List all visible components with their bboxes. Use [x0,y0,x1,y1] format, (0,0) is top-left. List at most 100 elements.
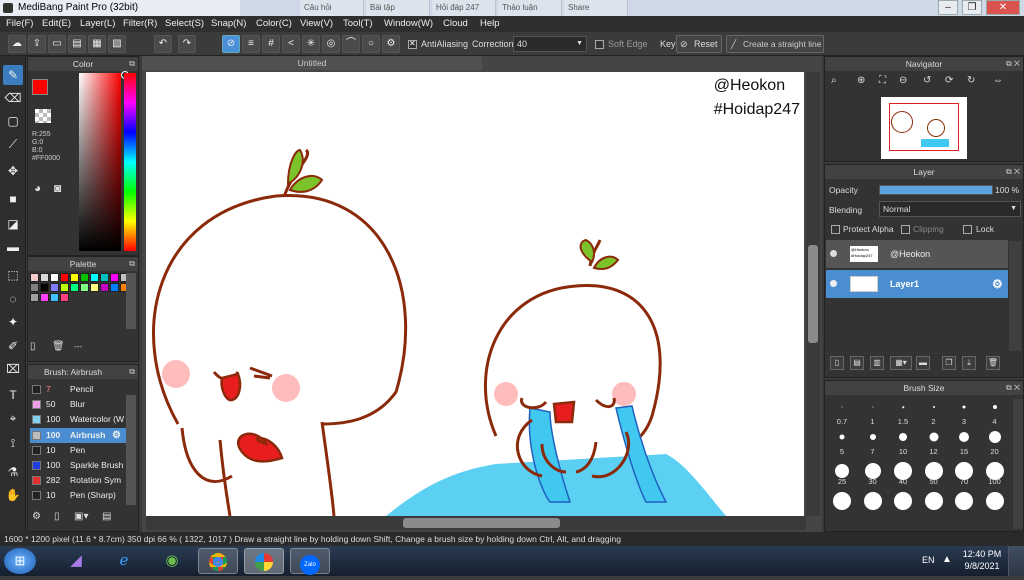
document-icon[interactable]: ▦ [88,35,106,53]
palette-swatch[interactable] [30,283,39,292]
brush-size-cell[interactable]: 3 [949,397,979,427]
palette-swatch[interactable] [60,283,69,292]
color-wheel-icon[interactable]: ◕ [34,181,41,195]
chrome-taskbar-button[interactable] [198,548,238,574]
panel-menu-icon[interactable]: ⧉ ✕ [1006,57,1020,71]
palette-swatch[interactable] [60,273,69,282]
palette-swatch[interactable] [30,293,39,302]
palette-swatch[interactable] [70,283,79,292]
folder-icon[interactable]: ▬ [916,356,930,370]
palette-swatch[interactable] [50,273,59,282]
select-tool-icon[interactable]: ⬚ [3,265,23,285]
palette-swatch[interactable] [80,283,89,292]
panel-menu-icon[interactable]: ⧉ ✕ [1006,381,1020,395]
duplicate-layer-icon[interactable]: ❐ [942,356,956,370]
snap-settings-icon[interactable]: ⚙ [382,35,400,53]
grid-snap-icon[interactable]: # [262,35,280,53]
straight-line-button[interactable]: ╱ Create a straight line [726,35,824,53]
color-settings-icon[interactable]: ◙ [54,181,61,195]
concentric-snap-icon[interactable]: ◎ [322,35,340,53]
saturation-value-picker[interactable] [79,73,121,251]
palette-swatch[interactable] [90,273,99,282]
lasso-tool-icon[interactable]: ◌ [3,289,23,309]
brush-size-cell[interactable]: 0.7 [827,397,857,427]
layer-row-layer1[interactable]: Layer1 ⚙ [826,270,1008,298]
palette-swatch[interactable] [90,283,99,292]
palette-swatch[interactable] [50,293,59,302]
rotate-left-icon[interactable]: ↺ [923,75,931,86]
delete-layer-icon[interactable]: 🗑 [986,356,1000,370]
opacity-slider[interactable] [879,185,993,195]
menu-filter[interactable]: Filter(R) [123,16,157,32]
operation-tool-icon[interactable]: ⌖ [3,408,23,428]
text-tool-icon[interactable]: T [3,385,23,405]
palette-swatch[interactable] [110,283,119,292]
brush-size-cell[interactable]: 1 [858,397,888,427]
panel-menu-icon[interactable]: ⧉ [129,365,135,379]
zalo-taskbar-button[interactable]: Zalo [290,548,330,575]
brush-item[interactable]: 282 Rotation Sym [30,473,126,488]
comment-icon[interactable]: ▭ [48,35,66,53]
menu-tool[interactable]: Tool(T) [343,16,373,32]
primary-color-swatch[interactable] [32,79,48,95]
undo-icon[interactable]: ↶ [154,35,172,53]
brush-item[interactable]: 50 Blur [30,397,126,412]
menu-cloud[interactable]: Cloud [443,16,468,32]
menu-layer[interactable]: Layer(L) [80,16,115,32]
visual-studio-icon[interactable]: ◢ [56,548,96,574]
hand-tool-icon[interactable]: ✋ [3,485,23,505]
brush-import-icon[interactable]: ▤ [102,511,111,522]
radial-snap-icon[interactable]: ✳ [302,35,320,53]
brush-size-cell[interactable] [919,487,949,517]
brush-item[interactable]: 100 Airbrush ⚙ [30,427,126,443]
brush-size-cell[interactable]: 15 [949,427,979,457]
cloud-icon[interactable]: ☁ [8,35,26,53]
flip-icon[interactable]: ⇔ [993,75,1003,86]
menu-file[interactable]: File(F) [6,16,33,32]
menu-view[interactable]: View(V) [300,16,333,32]
new-layer-icon[interactable]: ▯ [830,356,844,370]
soft-edge-checkbox[interactable] [595,40,604,49]
palette-swatch[interactable] [110,273,119,282]
brush-tool-icon[interactable]: ✎ [3,65,23,85]
delete-palette-icon[interactable]: 🗑 [52,341,65,352]
brush-size-cell[interactable]: 25 [827,457,857,487]
brush-size-cell[interactable]: 70 [949,457,979,487]
brush-size-cell[interactable] [858,487,888,517]
palette-swatch[interactable] [40,293,49,302]
palette-swatch[interactable] [40,283,49,292]
menu-window[interactable]: Window(W) [384,16,433,32]
clock[interactable]: 12:40 PM 9/8/2021 [962,548,1002,572]
brush-options-icon[interactable]: ⚙ [32,511,41,522]
select-eraser-tool-icon[interactable]: ⌧ [3,359,23,379]
shape-tool-icon[interactable]: ▢ [3,111,23,131]
brush-size-cell[interactable]: 5 [827,427,857,457]
palette-swatch[interactable] [40,273,49,282]
minimize-button[interactable]: – [938,0,958,15]
layer-scrollbar[interactable] [1009,241,1021,351]
blending-select[interactable]: Normal ▼ [879,201,1021,217]
brush-dropdown-icon[interactable]: ▣▾ [74,511,88,522]
eyedropper-tool-icon[interactable]: ⚗ [3,462,23,482]
parallel-snap-icon[interactable]: ≡ [242,35,260,53]
line-tool-icon[interactable]: ⟋ [3,134,23,154]
new-halftone-layer-icon[interactable]: ▤ [850,356,864,370]
browser-tab[interactable]: Thảo luận [498,0,562,16]
tray-arrow-icon[interactable]: ▲ [942,554,952,565]
browser-tab[interactable]: Share [564,0,628,16]
gradient-tool-icon[interactable]: ▬ [3,237,23,257]
brush-size-cell[interactable] [949,487,979,517]
language-indicator[interactable]: EN [922,555,935,565]
fill-rect-tool-icon[interactable]: ■ [3,189,23,209]
zoom-out-icon[interactable]: ⊖ [899,75,907,86]
transparent-color-swatch[interactable] [35,109,51,123]
zoom-search-icon[interactable]: ⌕ [831,75,837,86]
drawing-canvas[interactable]: @Heokon #Hoidap247 [146,72,804,516]
brush-item[interactable]: 10 Pen [30,443,126,458]
menu-select[interactable]: Select(S) [165,16,204,32]
redo-icon[interactable]: ↷ [178,35,196,53]
select-pen-tool-icon[interactable]: ✐ [3,336,23,356]
brush-size-cell[interactable]: 40 [888,457,918,487]
brush-size-cell[interactable]: 100 [980,457,1010,487]
browser-tab[interactable]: Hỏi đáp 247 [432,0,496,16]
